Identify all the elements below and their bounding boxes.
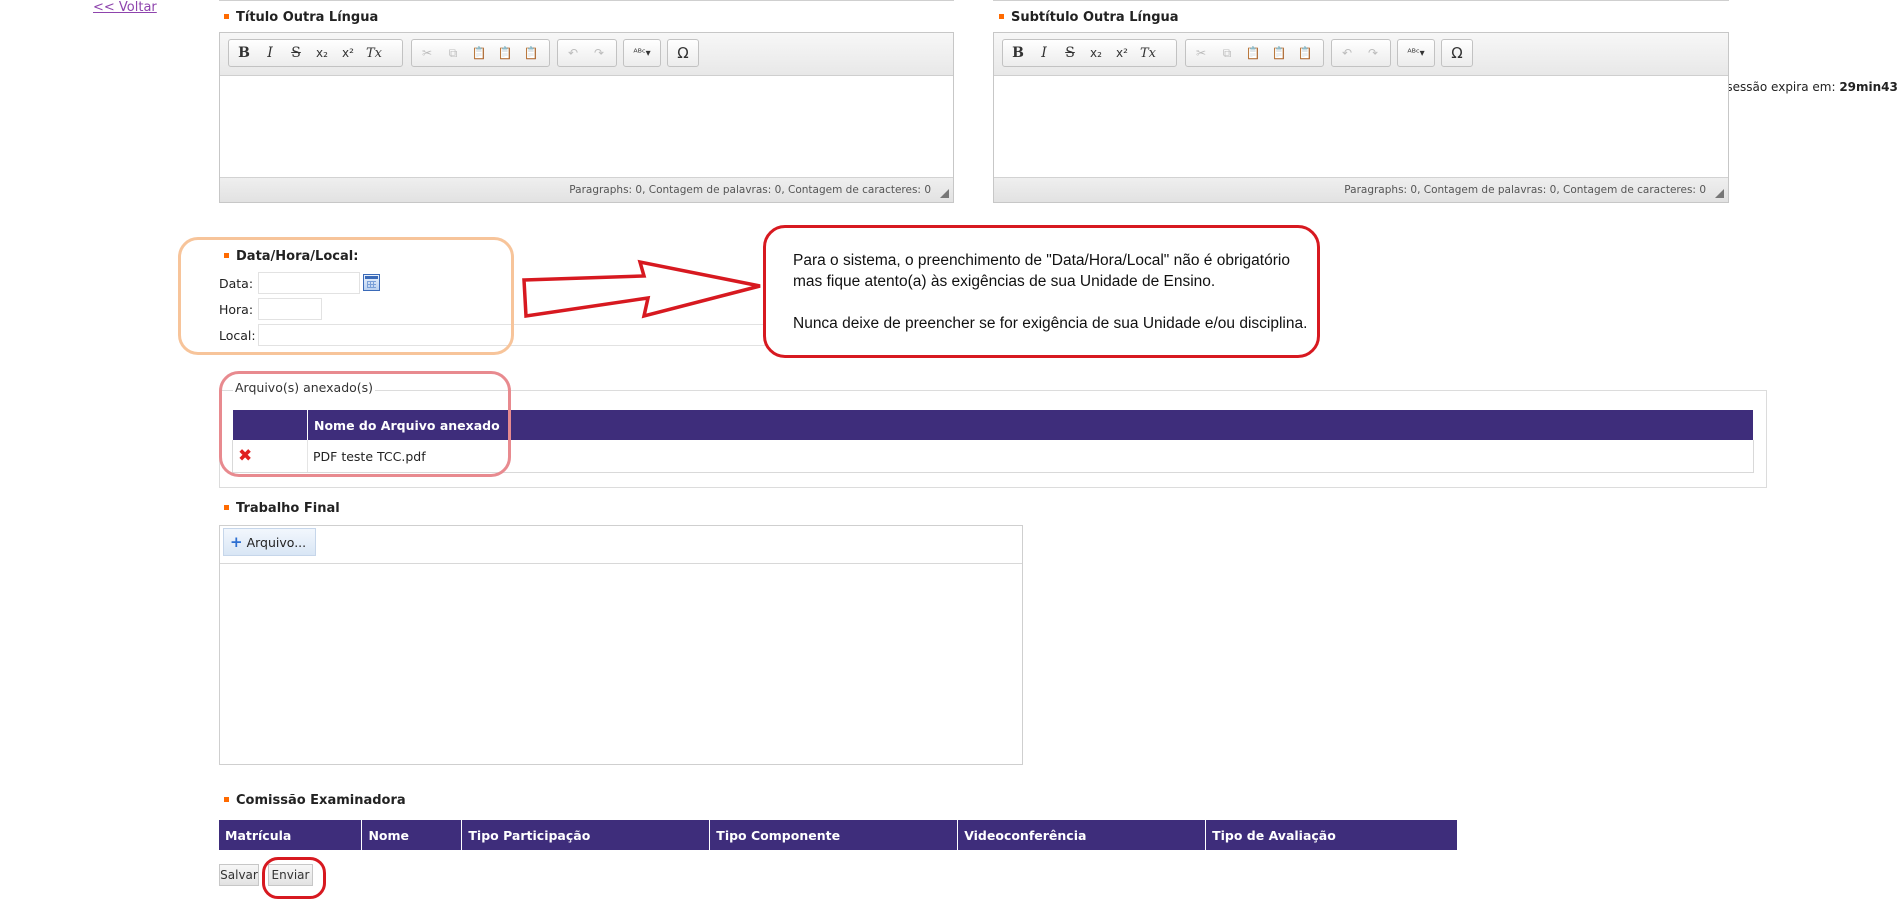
superscript-button[interactable]: x² [1109, 42, 1135, 64]
spellcheck-icon[interactable]: ᴬᴮᶜ▾ [626, 42, 658, 64]
spellcheck-group: ᴬᴮᶜ▾ [623, 39, 661, 67]
choose-file-button[interactable]: + Arquivo... [223, 528, 317, 556]
spellcheck-group: ᴬᴮᶜ▾ [1397, 39, 1435, 67]
cut-icon[interactable]: ✂ [414, 42, 440, 64]
history-group: ↶ ↷ [1331, 39, 1391, 67]
callout-line: mas fique atento(a) às exigências de sua… [793, 273, 1216, 290]
editor-word-count: Paragraphs: 0, Contagem de palavras: 0, … [220, 177, 953, 202]
undo-icon[interactable]: ↶ [1334, 42, 1360, 64]
bullet-icon [999, 14, 1004, 19]
comissao-examinadora-title: Comissão Examinadora [224, 793, 406, 808]
callout-line: Para o sistema, o preenchimento de "Data… [793, 252, 1290, 269]
trabalho-final-upload: + Arquivo... [219, 525, 1023, 765]
subtitulo-editor: B I S x₂ x² Tx ✂ ⧉ 📋 📋 📋 ↶ ↷ ᴬᴮᶜ▾ Ω Para… [993, 32, 1729, 203]
bullet-icon [224, 797, 229, 802]
titulo-text-area[interactable] [220, 76, 953, 176]
special-char-icon[interactable]: Ω [1444, 42, 1470, 64]
clipboard-group: ✂ ⧉ 📋 📋 📋 [1185, 39, 1324, 67]
strike-button[interactable]: S [1057, 42, 1083, 64]
subtitulo-text-area[interactable] [994, 76, 1728, 176]
paste-word-icon[interactable]: 📋 [518, 42, 544, 64]
annotation-callout: Para o sistema, o preenchimento de "Data… [763, 225, 1320, 358]
back-link[interactable]: << Voltar [93, 0, 157, 15]
editor-top-border [993, 0, 1729, 1]
titulo-editor: B I S x₂ x² Tx ✂ ⧉ 📋 📋 📋 ↶ ↷ ᴬᴮᶜ▾ Ω Para… [219, 32, 954, 203]
resize-grip-icon[interactable] [1715, 189, 1724, 198]
comissao-table: Matrícula Nome Tipo Participação Tipo Co… [219, 820, 1458, 850]
column-header-tipo-participacao: Tipo Participação [461, 820, 711, 850]
column-header-tipo-avaliacao: Tipo de Avaliação [1205, 820, 1458, 850]
bullet-icon [224, 14, 229, 19]
anexos-file-name: PDF teste TCC.pdf [307, 440, 1754, 473]
choose-file-label: Arquivo... [246, 534, 307, 550]
remove-format-button[interactable]: Tx [1135, 42, 1161, 64]
italic-button[interactable]: I [257, 42, 283, 64]
copy-icon[interactable]: ⧉ [440, 42, 466, 64]
spellcheck-icon[interactable]: ᴬᴮᶜ▾ [1400, 42, 1432, 64]
subscript-button[interactable]: x₂ [1083, 42, 1109, 64]
column-header-tipo-componente: Tipo Componente [709, 820, 959, 850]
paste-text-icon[interactable]: 📋 [492, 42, 518, 64]
editor-toolbar: B I S x₂ x² Tx ✂ ⧉ 📋 📋 📋 ↶ ↷ ᴬᴮᶜ▾ Ω [220, 33, 953, 76]
undo-icon[interactable]: ↶ [560, 42, 586, 64]
trabalho-final-title: Trabalho Final [224, 501, 340, 516]
history-group: ↶ ↷ [557, 39, 617, 67]
bullet-icon [224, 505, 229, 510]
subtitulo-outra-lingua-title: Subtítulo Outra Língua [999, 10, 1179, 25]
session-timer: Sua sessão expira em: 29min43 [1700, 80, 1898, 94]
special-char-icon[interactable]: Ω [670, 42, 696, 64]
annotation-highlight-enviar [262, 857, 326, 899]
plus-icon: + [230, 533, 243, 551]
callout-line: Nunca deixe de preencher se for exigênci… [793, 315, 1308, 332]
upload-file-list[interactable] [220, 564, 1022, 764]
superscript-button[interactable]: x² [335, 42, 361, 64]
clipboard-group: ✂ ⧉ 📋 📋 📋 [411, 39, 550, 67]
special-char-group: Ω [1441, 39, 1473, 67]
bold-button[interactable]: B [231, 42, 257, 64]
salvar-button[interactable]: Salvar [219, 864, 259, 886]
session-time: 29min43 [1839, 80, 1898, 94]
special-char-group: Ω [667, 39, 699, 67]
editor-word-count: Paragraphs: 0, Contagem de palavras: 0, … [994, 177, 1728, 202]
anexos-name-header: Nome do Arquivo anexado [307, 410, 1754, 440]
bold-button[interactable]: B [1005, 42, 1031, 64]
paste-icon[interactable]: 📋 [466, 42, 492, 64]
column-header-matricula: Matrícula [219, 820, 363, 850]
redo-icon[interactable]: ↷ [1360, 42, 1386, 64]
italic-button[interactable]: I [1031, 42, 1057, 64]
copy-icon[interactable]: ⧉ [1214, 42, 1240, 64]
titulo-outra-lingua-title: Título Outra Língua [224, 10, 378, 25]
annotation-arrow-icon [522, 259, 761, 319]
paste-text-icon[interactable]: 📋 [1266, 42, 1292, 64]
column-header-videoconferencia: Videoconferência [957, 820, 1207, 850]
annotation-highlight-data-hora-local [178, 237, 514, 355]
comissao-header-row: Matrícula Nome Tipo Participação Tipo Co… [219, 820, 1458, 850]
subscript-button[interactable]: x₂ [309, 42, 335, 64]
basic-styles-group: B I S x₂ x² Tx [1002, 39, 1177, 67]
editor-toolbar: B I S x₂ x² Tx ✂ ⧉ 📋 📋 📋 ↶ ↷ ᴬᴮᶜ▾ Ω [994, 33, 1728, 76]
paste-icon[interactable]: 📋 [1240, 42, 1266, 64]
column-header-nome: Nome [361, 820, 463, 850]
paste-word-icon[interactable]: 📋 [1292, 42, 1318, 64]
remove-format-button[interactable]: Tx [361, 42, 387, 64]
basic-styles-group: B I S x₂ x² Tx [228, 39, 403, 67]
strike-button[interactable]: S [283, 42, 309, 64]
redo-icon[interactable]: ↷ [586, 42, 612, 64]
editor-top-border [219, 0, 954, 1]
upload-toolbar: + Arquivo... [220, 526, 1022, 564]
cut-icon[interactable]: ✂ [1188, 42, 1214, 64]
annotation-highlight-anexos [219, 371, 511, 477]
resize-grip-icon[interactable] [940, 189, 949, 198]
